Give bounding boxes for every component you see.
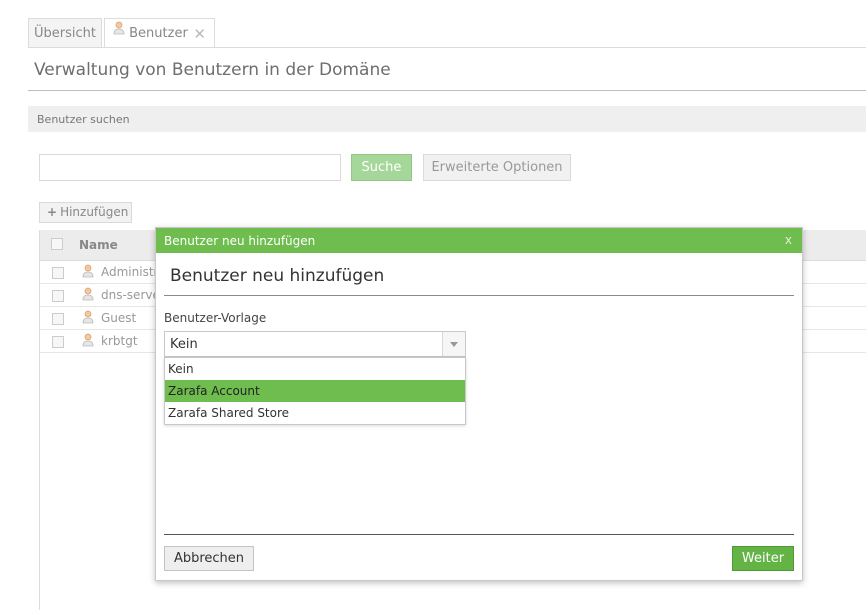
tab-users-label: Benutzer (129, 26, 188, 41)
cancel-button[interactable]: Abbrechen (164, 546, 254, 571)
option-zarafa-shared-store[interactable]: Zarafa Shared Store (165, 402, 465, 424)
column-header-name[interactable]: Name (79, 238, 118, 252)
row-name: krbtgt (101, 334, 138, 348)
dialog-heading: Benutzer neu hinzufügen (170, 266, 385, 286)
tab-overview[interactable]: Übersicht (28, 18, 102, 47)
user-icon (82, 264, 94, 281)
search-button[interactable]: Suche (351, 154, 412, 181)
dialog-close-icon[interactable]: x (785, 227, 792, 253)
option-zarafa-account[interactable]: Zarafa Account (165, 380, 465, 402)
select-all-checkbox[interactable] (51, 238, 63, 250)
user-icon (82, 333, 94, 350)
user-template-value: Kein (170, 337, 198, 352)
search-panel-title: Benutzer suchen (37, 113, 130, 126)
row-name: Guest (101, 311, 137, 325)
add-user-dialog: Benutzer neu hinzufügen x Benutzer neu h… (155, 227, 803, 581)
close-icon[interactable]: ✕ (193, 19, 206, 49)
user-template-label: Benutzer-Vorlage (164, 311, 267, 325)
add-user-label: Hinzufügen (60, 205, 129, 219)
tab-bar: Übersicht Benutzer ✕ (28, 18, 866, 48)
user-icon (82, 287, 94, 304)
tab-users[interactable]: Benutzer ✕ (104, 18, 215, 47)
dialog-titlebar[interactable]: Benutzer neu hinzufügen x (156, 228, 802, 253)
row-checkbox[interactable] (52, 290, 64, 302)
title-divider (28, 90, 866, 91)
page-title: Verwaltung von Benutzern in der Domäne (34, 60, 391, 80)
row-checkbox[interactable] (52, 313, 64, 325)
row-checkbox[interactable] (52, 267, 64, 279)
chevron-down-icon[interactable] (442, 332, 465, 356)
plus-icon: + (47, 205, 58, 219)
search-input[interactable] (39, 154, 341, 181)
dialog-footer-divider (164, 534, 794, 535)
option-kein[interactable]: Kein (165, 358, 465, 380)
row-checkbox[interactable] (52, 336, 64, 348)
user-template-select[interactable]: Kein (164, 331, 466, 357)
dialog-titlebar-text: Benutzer neu hinzufügen (164, 234, 316, 248)
user-icon (113, 17, 125, 47)
next-button[interactable]: Weiter (732, 546, 794, 571)
dialog-divider (164, 295, 794, 296)
tab-overview-label: Übersicht (34, 26, 96, 41)
user-template-dropdown: Kein Zarafa Account Zarafa Shared Store (164, 357, 466, 425)
add-user-button[interactable]: + Hinzufügen (39, 202, 132, 223)
advanced-options-button[interactable]: Erweiterte Optionen (423, 154, 571, 181)
user-icon (82, 310, 94, 327)
search-panel-header: Benutzer suchen (28, 106, 866, 132)
